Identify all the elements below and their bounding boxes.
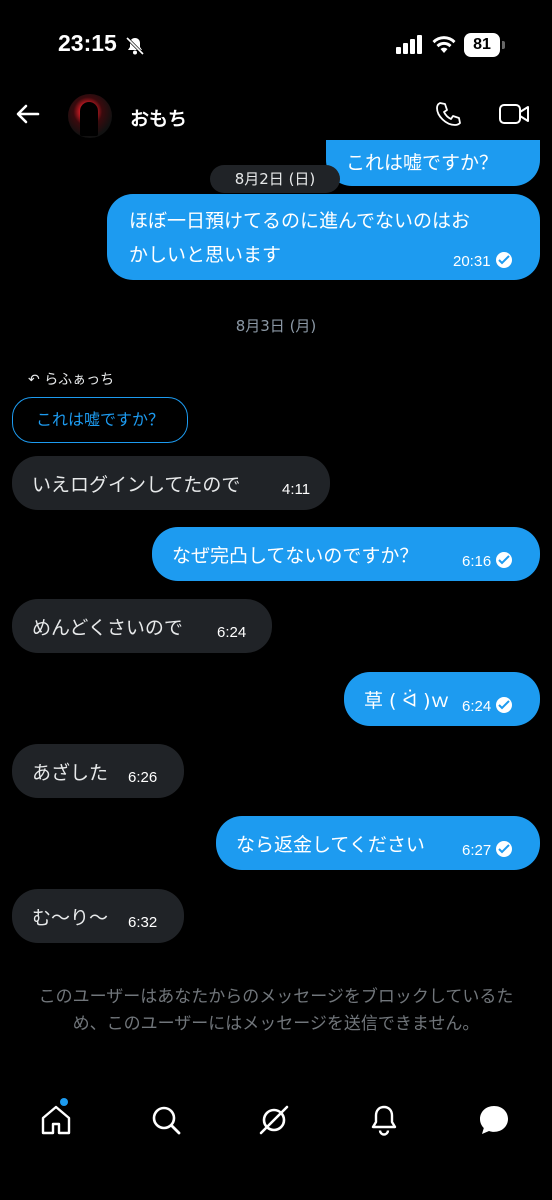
message-time: 6:32 (128, 914, 158, 931)
message-time: 20:31 (453, 253, 491, 270)
message-meta: 6:27 (462, 841, 513, 859)
grok-icon[interactable] (256, 1102, 292, 1138)
sent-check-icon (496, 697, 513, 713)
message-text: 草 ( ᐛ )ｗ (364, 690, 450, 712)
message-meta: 6:24 (462, 697, 513, 715)
date-separator: 8月3日 (月) (235, 317, 317, 335)
notifications-icon[interactable] (366, 1102, 402, 1138)
message-time: 6:27 (462, 842, 492, 859)
quoted-message[interactable]: これは嘘ですか？ (12, 397, 188, 443)
message-time: 4:11 (282, 481, 311, 498)
sent-check-icon (495, 252, 512, 268)
message-incoming[interactable]: いえログインしてたので 4:11 (12, 456, 330, 510)
unread-dot (60, 1098, 68, 1106)
sent-check-icon (496, 552, 513, 568)
message-text: いえログインしてたので (32, 474, 241, 496)
conversation-header: おもち (0, 90, 552, 144)
message-time: 6:16 (462, 553, 492, 570)
message-meta: 20:31 (453, 252, 512, 270)
signal-icon (396, 35, 422, 54)
message-meta: 6:16 (462, 552, 513, 570)
reply-arrow-icon: ↶ (28, 372, 40, 388)
message-text: あざした (32, 762, 109, 784)
message-text: む〜り〜 (32, 907, 109, 929)
message-outgoing[interactable]: 草 ( ᐛ )ｗ 6:24 (344, 672, 540, 726)
reply-to-user: らふぁっち (44, 372, 115, 388)
message-time: 6:24 (462, 698, 492, 715)
message-time: 6:26 (128, 769, 158, 786)
battery-level: 81 (464, 33, 500, 57)
blocked-notice: このユーザーはあなたからのメッセージをブロックしているため、このユーザーにはメッ… (38, 987, 514, 1034)
phone-call-icon[interactable] (434, 100, 462, 128)
search-icon[interactable] (148, 1102, 184, 1138)
status-time: 23:15 (58, 30, 117, 56)
wifi-icon (432, 36, 456, 53)
message-incoming[interactable]: めんどくさいので 6:24 (12, 599, 272, 653)
video-call-icon[interactable] (498, 102, 530, 126)
mute-bell-icon (125, 36, 145, 56)
battery-indicator: 81 (464, 33, 506, 57)
date-chip: 8月2日 (日) (210, 165, 340, 193)
message-text-line: かしいと思います (129, 244, 282, 266)
message-text: なら返金してください (236, 834, 425, 856)
message-time: 6:24 (217, 624, 247, 641)
message-outgoing[interactable]: なぜ完凸してないのですか？ 6:16 (152, 527, 540, 581)
messages-icon[interactable] (476, 1102, 512, 1138)
message-outgoing[interactable]: ほぼ一日預けてるのに進んでないのはお かしいと思います 20:31 (107, 194, 540, 280)
reply-context: ↶ らふぁっち (28, 369, 114, 389)
message-incoming[interactable]: あざした 6:26 (12, 744, 184, 798)
message-text: なぜ完凸してないのですか？ (172, 545, 419, 567)
message-outgoing[interactable]: なら返金してください 6:27 (216, 816, 540, 870)
message-text: めんどくさいので (32, 617, 183, 639)
message-text-line: ほぼ一日預けてるのに進んでないのはお (129, 210, 471, 232)
message-incoming[interactable]: む〜り〜 6:32 (12, 889, 184, 943)
message-outgoing[interactable]: これは嘘ですか？ (326, 140, 540, 186)
home-icon[interactable] (38, 1102, 74, 1138)
avatar[interactable] (68, 94, 112, 138)
status-bar: 23:15 81 (0, 0, 552, 90)
sent-check-icon (496, 841, 513, 857)
battery-tip (502, 41, 505, 49)
message-text: これは嘘ですか？ (346, 152, 499, 174)
back-arrow-icon[interactable] (14, 100, 42, 128)
contact-name[interactable]: おもち (130, 104, 187, 131)
bottom-tab-bar (0, 1090, 552, 1150)
